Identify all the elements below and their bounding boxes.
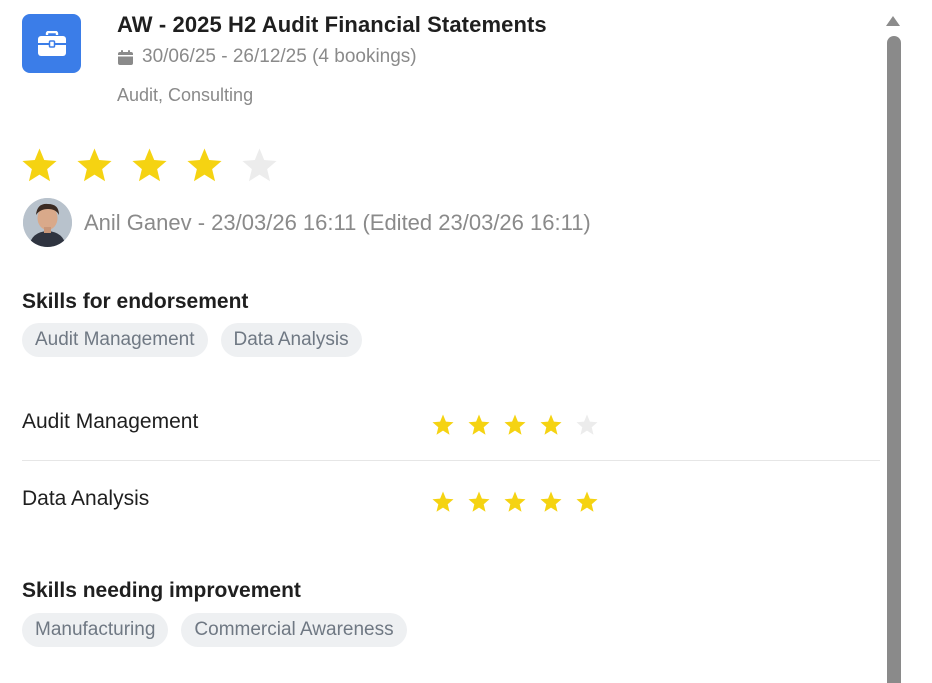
skill-chip: Commercial Awareness xyxy=(181,613,407,647)
skill-rating-label: Audit Management xyxy=(22,410,199,433)
star-filled-icon xyxy=(504,491,526,512)
star-filled-icon xyxy=(187,148,222,182)
skill-rating-label: Data Analysis xyxy=(22,487,150,510)
reviewer-info: Anil Ganev - 23/03/26 16:11 (Edited 23/0… xyxy=(84,209,591,235)
star-filled-icon xyxy=(576,491,598,512)
reviewer-row: Anil Ganev - 23/03/26 16:11 (Edited 23/0… xyxy=(23,198,591,247)
skill-rating-stars xyxy=(431,413,599,437)
briefcase-icon xyxy=(22,14,81,73)
star-filled-icon xyxy=(468,414,490,435)
star-filled-icon xyxy=(540,491,562,512)
star-filled-icon xyxy=(132,148,167,182)
improvement-title: Skills needing improvement xyxy=(22,579,301,602)
improvement-chips: Manufacturing Commercial Awareness xyxy=(22,613,407,647)
divider xyxy=(22,460,880,461)
date-range-text: 30/06/25 - 26/12/25 (4 bookings) xyxy=(142,46,417,67)
star-filled-icon xyxy=(432,414,454,435)
skill-chip: Data Analysis xyxy=(220,323,362,357)
skill-rating-stars xyxy=(431,490,599,514)
project-tags: Audit, Consulting xyxy=(117,85,254,105)
feedback-card: AW - 2025 H2 Audit Financial Statements … xyxy=(0,0,932,683)
avatar xyxy=(23,198,72,247)
scroll-up-arrow[interactable] xyxy=(886,16,900,26)
endorsement-title: Skills for endorsement xyxy=(22,290,249,313)
star-empty-icon xyxy=(576,414,598,435)
star-filled-icon xyxy=(504,414,526,435)
project-dates: 30/06/25 - 26/12/25 (4 bookings) xyxy=(117,46,417,68)
scrollbar-thumb[interactable] xyxy=(887,36,901,683)
star-empty-icon xyxy=(242,148,277,182)
overall-rating xyxy=(20,146,279,185)
star-filled-icon xyxy=(468,491,490,512)
star-filled-icon xyxy=(22,148,57,182)
endorsement-chips: Audit Management Data Analysis xyxy=(22,323,362,357)
star-filled-icon xyxy=(540,414,562,435)
skill-chip: Audit Management xyxy=(22,323,208,357)
calendar-icon xyxy=(117,49,134,66)
project-title: AW - 2025 H2 Audit Financial Statements xyxy=(117,12,547,37)
star-filled-icon xyxy=(77,148,112,182)
skill-chip: Manufacturing xyxy=(22,613,169,647)
star-filled-icon xyxy=(432,491,454,512)
